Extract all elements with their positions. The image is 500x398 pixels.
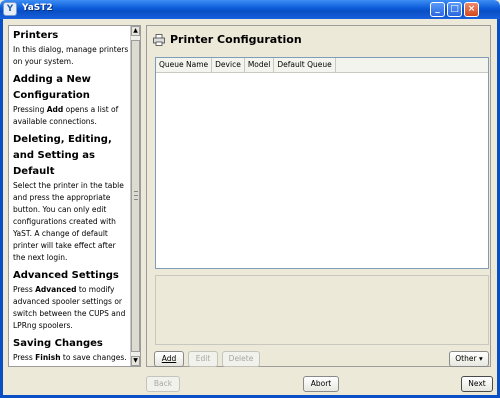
details-panel [155, 275, 489, 345]
yast-icon[interactable]: Y [3, 2, 17, 16]
add-button[interactable]: Add [154, 351, 184, 367]
abort-button-label: Abort [310, 379, 332, 388]
scroll-thumb[interactable] [131, 40, 140, 352]
close-button[interactable]: × [464, 2, 479, 17]
help-section-text: Press Finish to save changes. [13, 353, 127, 362]
edit-button-label: Edit [195, 354, 211, 363]
edit-button[interactable]: Edit [188, 351, 218, 367]
printer-icon [153, 34, 165, 46]
scroll-up-button[interactable]: ▲ [131, 26, 140, 36]
back-button-label: Back [153, 379, 173, 388]
column-header[interactable]: Model [245, 58, 275, 72]
help-section-text: Press Advanced to modify advanced spoole… [13, 285, 126, 330]
help-text: Printers In this dialog, manage printers … [13, 28, 129, 366]
help-scrollbar[interactable]: ▲ ▼ [130, 26, 140, 366]
window-title: YaST2 [22, 3, 53, 13]
yast-window: Printers In this dialog, manage printers … [0, 19, 500, 398]
help-section-title: Deleting, Editing, and Setting as Defaul… [13, 134, 112, 177]
add-button-label: Add [161, 354, 177, 363]
help-section-text: Pressing Add opens a list of available c… [13, 105, 119, 126]
column-header[interactable]: Queue Name [156, 58, 213, 72]
grip-icon [134, 191, 138, 200]
next-button[interactable]: Next [461, 376, 493, 392]
help-section-title: Advanced Settings [13, 270, 119, 281]
delete-button-label: Delete [228, 354, 254, 363]
column-header[interactable]: Device [212, 58, 245, 72]
printer-table[interactable]: Queue Name Device Model Default Queue [155, 57, 489, 269]
help-section-text: In this dialog, manage printers on your … [13, 45, 129, 66]
title-bar[interactable]: Y YaST2 _ □ × [0, 0, 500, 19]
page-title: Printer Configuration [170, 33, 302, 46]
back-button[interactable]: Back [146, 376, 180, 392]
help-section-title: Printers [13, 30, 59, 41]
help-section-title: Adding a New Configuration [13, 74, 91, 101]
main-pane: Printer Configuration Queue Name Device … [146, 25, 491, 367]
column-header[interactable]: Default Queue [274, 58, 336, 72]
other-button[interactable]: Other ▾ [449, 351, 489, 367]
help-section-title: Saving Changes [13, 338, 103, 349]
minimize-button[interactable]: _ [430, 2, 445, 17]
help-pane[interactable]: Printers In this dialog, manage printers … [8, 25, 141, 367]
other-button-label: Other ▾ [455, 354, 483, 363]
next-button-label: Next [468, 379, 486, 388]
table-header: Queue Name Device Model Default Queue [156, 58, 488, 73]
abort-button[interactable]: Abort [303, 376, 339, 392]
delete-button[interactable]: Delete [222, 351, 260, 367]
maximize-button[interactable]: □ [447, 2, 462, 17]
help-section-text: Select the printer in the table and pres… [13, 181, 124, 262]
scroll-down-button[interactable]: ▼ [131, 356, 140, 366]
